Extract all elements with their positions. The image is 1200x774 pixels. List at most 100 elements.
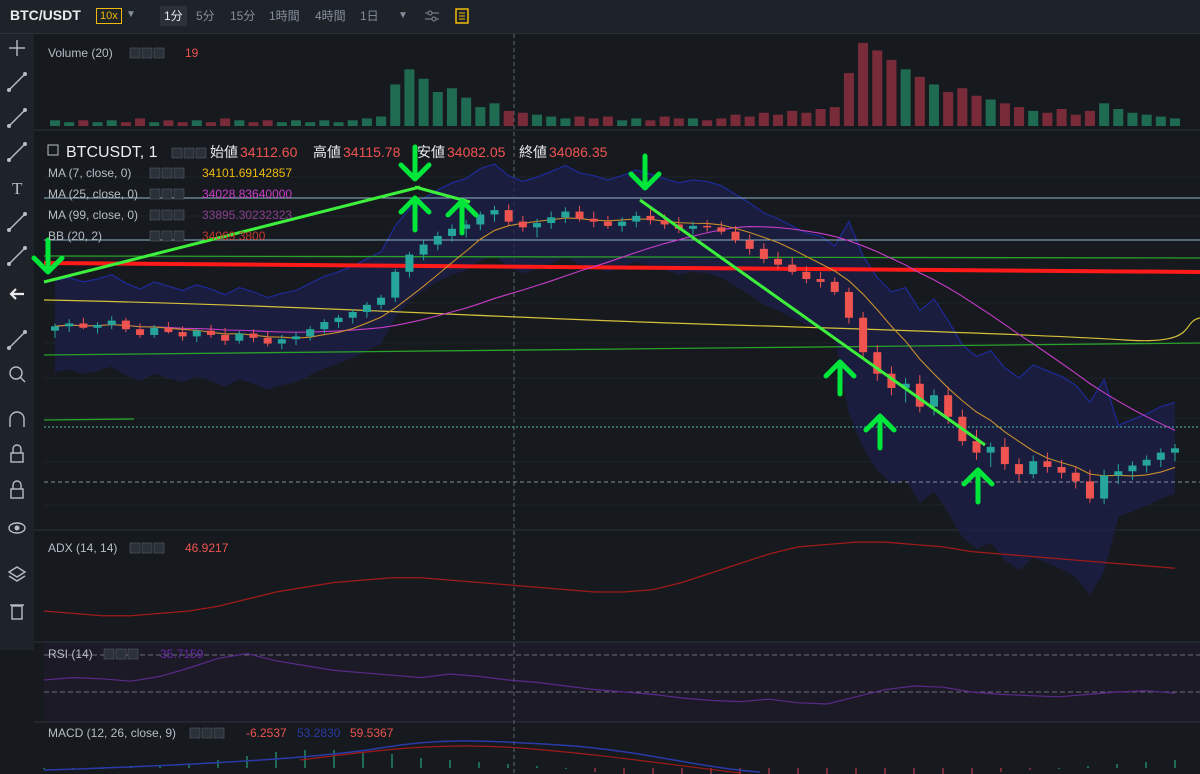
volume-bar <box>843 73 854 126</box>
volume-bar <box>702 120 713 126</box>
legend-control-icon <box>153 542 165 554</box>
volume-bar <box>1070 114 1081 126</box>
legend-control-icon <box>161 230 173 242</box>
pattern-icon[interactable] <box>7 212 27 232</box>
volume-bar <box>106 120 117 126</box>
candle-body <box>589 218 598 222</box>
macd-bar <box>275 752 277 768</box>
candle-body <box>121 320 130 330</box>
macd-bar <box>1087 766 1089 768</box>
candle-body <box>688 225 697 229</box>
macd-bar <box>217 760 219 768</box>
candle-body <box>206 330 215 335</box>
rsi-value: 35.7159 <box>160 647 204 661</box>
zoom-icon[interactable] <box>9 366 26 383</box>
candle-body <box>292 336 301 340</box>
candle-body <box>107 320 116 325</box>
macd-bar <box>797 768 799 774</box>
candle-body <box>632 215 641 222</box>
volume-bar <box>801 112 812 126</box>
brush-icon[interactable] <box>7 142 27 162</box>
candle-body <box>788 264 797 272</box>
macd-value: 53.2830 <box>297 726 341 740</box>
volume-bar <box>815 109 826 126</box>
chart-area[interactable]: T Volume (20) 19 BTCUSDT, 1 始値 34112.60 高値 3411… <box>0 0 1200 774</box>
back-icon[interactable] <box>9 288 24 300</box>
candle-body <box>731 231 740 241</box>
macd-bar <box>913 768 915 774</box>
legend-control-icon <box>149 188 161 200</box>
candle-body <box>774 258 783 265</box>
volume-bar <box>914 76 925 126</box>
back-arrow <box>9 288 24 300</box>
fib-icon[interactable] <box>7 108 27 128</box>
volume-bar <box>730 114 741 126</box>
candle-body <box>433 235 442 245</box>
candle-body <box>362 304 371 312</box>
candle-body <box>334 317 343 323</box>
volume-value: 19 <box>185 46 199 60</box>
tool-dot <box>23 108 27 112</box>
tool-dot <box>7 88 11 92</box>
adx-title: ADX (14, 14) <box>48 541 117 555</box>
volume-bar <box>390 84 401 126</box>
trendline-icon[interactable] <box>7 72 27 92</box>
eye-icon[interactable] <box>8 522 26 534</box>
legend-control-icon <box>201 727 213 739</box>
tool-dot <box>23 72 27 76</box>
magnet-icon[interactable] <box>9 411 25 427</box>
lock-icon[interactable] <box>10 480 24 499</box>
macd-bar <box>507 764 509 768</box>
volume-bar <box>1056 109 1067 126</box>
volume-bar <box>220 118 231 126</box>
legend-control-icon <box>129 542 141 554</box>
volume-bar <box>900 69 911 126</box>
macd-bar <box>536 766 538 768</box>
candle-body <box>136 329 145 335</box>
eye-pupil <box>14 525 20 531</box>
rsi-panel-bg <box>44 642 1200 722</box>
candle-body <box>844 291 853 318</box>
lock-draw-icon[interactable] <box>10 444 24 463</box>
macd-bar <box>768 768 770 774</box>
legend-control-icon <box>213 727 225 739</box>
candle-body <box>1156 452 1165 460</box>
candle-body <box>1015 464 1024 475</box>
ruler-icon[interactable] <box>7 330 27 350</box>
volume-bar <box>149 122 160 126</box>
candle-body <box>802 271 811 279</box>
candle-body <box>1128 465 1137 472</box>
tool-line <box>8 143 26 161</box>
candle-body <box>277 339 286 344</box>
volume-bar <box>1141 114 1152 126</box>
macd-value: 59.5367 <box>350 726 394 740</box>
volume-bar <box>248 122 259 126</box>
measure-icon[interactable] <box>7 246 27 266</box>
macd-bar <box>1145 762 1147 768</box>
macd-bar <box>1000 768 1002 772</box>
volume-bar <box>787 110 798 126</box>
candle-body <box>419 244 428 255</box>
volume-bar <box>347 120 358 126</box>
crosshair-icon[interactable] <box>9 40 25 56</box>
candle-body <box>93 324 102 328</box>
volume-bar <box>1113 109 1124 126</box>
ohlc-value: 34115.78 <box>343 144 401 160</box>
layers-icon[interactable] <box>7 566 27 582</box>
volume-bar <box>1170 118 1180 126</box>
volume-bar <box>858 42 869 127</box>
indicator-name: BB (20, 2) <box>48 229 102 243</box>
tool-dot <box>7 346 11 350</box>
legend-control-icon <box>141 542 153 554</box>
text-icon[interactable]: T <box>12 179 23 198</box>
volume-bar <box>617 120 628 126</box>
trash-icon[interactable] <box>10 604 24 620</box>
tool-line <box>8 247 26 265</box>
volume-bar <box>829 107 840 126</box>
candle-body <box>405 254 414 272</box>
volume-bar <box>177 122 188 126</box>
candle-body <box>703 225 712 228</box>
legend-control-icon <box>173 209 185 221</box>
candle-body <box>986 446 995 453</box>
macd-bar <box>478 762 480 768</box>
